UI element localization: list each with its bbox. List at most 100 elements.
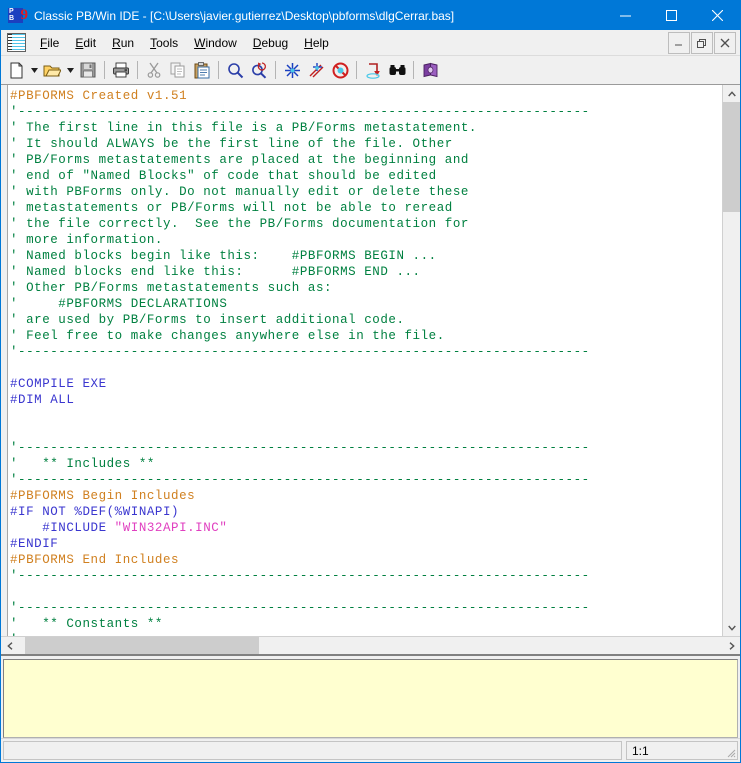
open-file-icon[interactable] bbox=[40, 58, 64, 82]
mdi-restore-button[interactable] bbox=[691, 32, 713, 54]
cut-icon[interactable] bbox=[142, 58, 166, 82]
menu-label-debug-rest: ebug bbox=[261, 35, 289, 50]
editor-vertical-scrollbar[interactable] bbox=[722, 85, 740, 636]
editor-horizontal-scrollbar[interactable] bbox=[1, 636, 740, 654]
mdi-close-button[interactable] bbox=[714, 32, 736, 54]
new-dropdown-arrow[interactable] bbox=[28, 58, 40, 82]
code-token: '---------------------------------------… bbox=[10, 473, 590, 487]
code-token: #ENDIF bbox=[10, 537, 59, 551]
code-token: ' #PBFORMS DECLARATIONS bbox=[10, 297, 228, 311]
editor-gutter bbox=[1, 85, 8, 636]
step-into-icon[interactable] bbox=[361, 58, 385, 82]
scroll-right-arrow[interactable] bbox=[723, 637, 740, 654]
scroll-left-arrow[interactable] bbox=[1, 637, 18, 654]
code-line: ' ** Constants ** bbox=[10, 616, 722, 632]
vertical-scroll-thumb[interactable] bbox=[723, 102, 740, 212]
code-line: ' Named blocks begin like this: #PBFORMS… bbox=[10, 248, 722, 264]
code-token: ' Named blocks begin like this: #PBFORMS… bbox=[10, 249, 437, 263]
code-token: '---------------------------------------… bbox=[10, 105, 590, 119]
code-editor[interactable]: #PBFORMS Created v1.51 '-----------------… bbox=[8, 85, 722, 636]
menu-item-debug[interactable]: Debug bbox=[245, 33, 296, 53]
new-file-icon[interactable] bbox=[4, 58, 28, 82]
menu-item-tools[interactable]: Tools bbox=[142, 33, 186, 53]
menu-item-edit[interactable]: Edit bbox=[67, 33, 104, 53]
code-token: ' Feel free to make changes anywhere els… bbox=[10, 329, 445, 343]
code-token: '---------------------------------------… bbox=[10, 345, 590, 359]
cursor-position: 1:1 bbox=[632, 743, 649, 758]
window-title: Classic PB/Win IDE - [C:\Users\javier.gu… bbox=[34, 8, 455, 23]
code-token: ' Named blocks end like this: #PBFORMS E… bbox=[10, 265, 421, 279]
resize-grip-icon[interactable] bbox=[724, 746, 736, 758]
code-line: '---------------------------------------… bbox=[10, 568, 722, 584]
paste-icon[interactable] bbox=[190, 58, 214, 82]
horizontal-scroll-thumb[interactable] bbox=[25, 637, 259, 654]
code-token: #DIM ALL bbox=[10, 393, 75, 407]
editor-window: #PBFORMS Created v1.51 '-----------------… bbox=[1, 85, 740, 656]
menu-item-help[interactable]: Help bbox=[296, 33, 337, 53]
scroll-down-arrow[interactable] bbox=[723, 619, 740, 636]
code-line: #PBFORMS Begin Includes bbox=[10, 488, 722, 504]
status-bar: 1:1 bbox=[1, 738, 740, 762]
menu-label-run-rest: un bbox=[120, 35, 135, 50]
toolbar-separator bbox=[218, 61, 219, 79]
replace-icon[interactable] bbox=[247, 58, 271, 82]
code-token: #PBFORMS Begin Includes bbox=[10, 489, 196, 503]
horizontal-scroll-track[interactable] bbox=[18, 637, 723, 654]
code-token: "WIN32API.INC" bbox=[114, 521, 228, 535]
menu-label-help-rest: elp bbox=[312, 35, 329, 50]
code-token: ' with PBForms only. Do not manually edi… bbox=[10, 185, 469, 199]
code-line: ' Named blocks end like this: #PBFORMS E… bbox=[10, 264, 722, 280]
find-icon[interactable] bbox=[223, 58, 247, 82]
code-line: ' metastatements or PB/Forms will not be… bbox=[10, 200, 722, 216]
compile-run-icon[interactable] bbox=[304, 58, 328, 82]
code-line: #PBFORMS End Includes bbox=[10, 552, 722, 568]
code-line: ' the file correctly. See the PB/Forms d… bbox=[10, 216, 722, 232]
menu-item-window[interactable]: Window bbox=[186, 33, 245, 53]
caption-buttons bbox=[602, 1, 740, 30]
copy-icon[interactable] bbox=[166, 58, 190, 82]
toolbar-separator bbox=[137, 61, 138, 79]
compile-icon[interactable] bbox=[280, 58, 304, 82]
code-line: #DIM ALL bbox=[10, 392, 722, 408]
code-line: ' Other PB/Forms metastatements such as: bbox=[10, 280, 722, 296]
code-line: '---------------------------------------… bbox=[10, 472, 722, 488]
menu-item-run[interactable]: Run bbox=[104, 33, 142, 53]
code-line: ' The first line in this file is a PB/Fo… bbox=[10, 120, 722, 136]
document-icon bbox=[7, 33, 26, 52]
code-token: '---------------------------------------… bbox=[10, 569, 590, 583]
code-line: '---------------------------------------… bbox=[10, 104, 722, 120]
minimize-button[interactable] bbox=[602, 1, 648, 30]
code-line: #INCLUDE "WIN32API.INC" bbox=[10, 520, 722, 536]
watch-icon[interactable] bbox=[385, 58, 409, 82]
output-pane[interactable] bbox=[3, 659, 738, 738]
code-line: #ENDIF bbox=[10, 536, 722, 552]
code-line: ' with PBForms only. Do not manually edi… bbox=[10, 184, 722, 200]
code-token: #COMPILE EXE bbox=[10, 377, 107, 391]
code-token: ' ** Includes ** bbox=[10, 457, 155, 471]
save-icon[interactable] bbox=[76, 58, 100, 82]
code-line: ' end of "Named Blocks" of code that sho… bbox=[10, 168, 722, 184]
maximize-button[interactable] bbox=[648, 1, 694, 30]
code-token: ' are used by PB/Forms to insert additio… bbox=[10, 313, 405, 327]
code-line: '---------------------------------------… bbox=[10, 440, 722, 456]
print-icon[interactable] bbox=[109, 58, 133, 82]
status-badge: 1:1 bbox=[626, 741, 738, 760]
scroll-up-arrow[interactable] bbox=[723, 85, 740, 102]
code-line: ' more information. bbox=[10, 232, 722, 248]
toolbar-separator bbox=[356, 61, 357, 79]
stop-icon[interactable] bbox=[328, 58, 352, 82]
code-token: ' Other PB/Forms metastatements such as: bbox=[10, 281, 333, 295]
help-book-icon[interactable] bbox=[418, 58, 442, 82]
mdi-minimize-button[interactable] bbox=[668, 32, 690, 54]
code-token: #PBFORMS Created v1.51 bbox=[10, 89, 188, 103]
code-token: ' the file correctly. See the PB/Forms d… bbox=[10, 217, 469, 231]
vertical-scroll-track[interactable] bbox=[723, 102, 740, 619]
toolbar-separator bbox=[104, 61, 105, 79]
close-button[interactable] bbox=[694, 1, 740, 30]
menu-item-file[interactable]: File bbox=[32, 33, 67, 53]
open-dropdown-arrow[interactable] bbox=[64, 58, 76, 82]
menu-label-edit-rest: dit bbox=[83, 35, 97, 50]
code-line: ' Feel free to make changes anywhere els… bbox=[10, 328, 722, 344]
